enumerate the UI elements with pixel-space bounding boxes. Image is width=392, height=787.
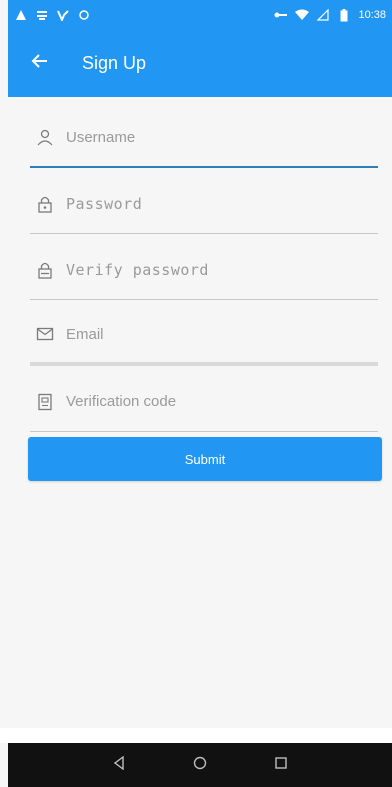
- status-right-icons: 10:38: [274, 8, 386, 22]
- shield-icon: [34, 391, 56, 413]
- arrow-left-icon: [31, 53, 49, 74]
- submit-button[interactable]: Submit: [28, 437, 382, 481]
- warning-icon: [14, 8, 28, 22]
- app-bar: Sign Up: [8, 30, 392, 97]
- username-field: [30, 108, 378, 168]
- page-title: Sign Up: [82, 53, 147, 73]
- password-input[interactable]: [66, 194, 356, 213]
- nav-back-button[interactable]: [101, 747, 137, 783]
- user-icon: [34, 126, 56, 148]
- mail-icon: [34, 323, 56, 345]
- recents-square-icon: [275, 756, 288, 774]
- verification-code-input[interactable]: [66, 393, 356, 410]
- key-icon: [274, 8, 288, 22]
- battery-icon: [337, 8, 351, 22]
- verify-password-field: [30, 240, 378, 300]
- email-input[interactable]: [66, 325, 356, 343]
- status-time: 10:38: [358, 9, 386, 21]
- username-input[interactable]: [66, 128, 356, 146]
- vpn-icon: [56, 8, 70, 22]
- lock-icon: [34, 193, 56, 215]
- email-field: [30, 306, 378, 366]
- status-bar: 10:38: [8, 0, 392, 30]
- sync-icon: [77, 8, 91, 22]
- nav-recents-button[interactable]: [263, 747, 299, 783]
- home-circle-icon: [193, 756, 207, 775]
- lock-icon: [34, 259, 56, 281]
- password-field: [30, 174, 378, 234]
- back-button[interactable]: [20, 44, 60, 84]
- nav-home-button[interactable]: [182, 747, 218, 783]
- app-frame: 10:38 Sign Up Username Email Verificatio…: [0, 0, 392, 787]
- notification-icon: [35, 8, 49, 22]
- back-triangle-icon: [113, 755, 125, 775]
- signal-icon: [316, 8, 330, 22]
- wifi-icon: [295, 8, 310, 22]
- verify-password-input[interactable]: [66, 260, 356, 279]
- status-left-icons: [14, 8, 91, 22]
- system-nav-bar: [8, 743, 392, 787]
- verification-code-field: [30, 372, 378, 432]
- sign-up-form: [30, 108, 378, 438]
- bottom-divider: [0, 728, 392, 743]
